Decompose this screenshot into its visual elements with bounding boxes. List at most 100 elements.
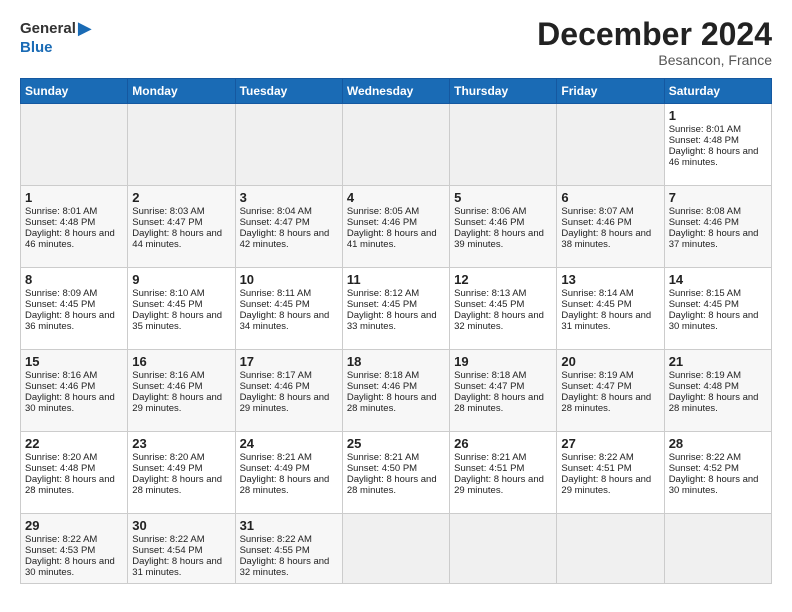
empty-day [557, 514, 664, 584]
daylight: Daylight: 8 hours and 32 minutes. [240, 556, 330, 578]
day-number: 2 [132, 190, 230, 205]
empty-day [557, 104, 664, 186]
location: Besancon, France [537, 52, 772, 68]
day-number: 22 [25, 436, 123, 451]
day-number: 1 [25, 190, 123, 205]
calendar-day: 14Sunrise: 8:15 AMSunset: 4:45 PMDayligh… [664, 268, 771, 350]
logo-blue: Blue [20, 39, 53, 56]
sunset: Sunset: 4:52 PM [669, 463, 739, 474]
sunset: Sunset: 4:55 PM [240, 545, 310, 556]
calendar-day: 8Sunrise: 8:09 AMSunset: 4:45 PMDaylight… [21, 268, 128, 350]
day-number: 27 [561, 436, 659, 451]
calendar-day: 24Sunrise: 8:21 AMSunset: 4:49 PMDayligh… [235, 432, 342, 514]
daylight: Daylight: 8 hours and 31 minutes. [561, 310, 651, 332]
calendar-day: 1 Sunrise: 8:01 AM Sunset: 4:48 PM Dayli… [664, 104, 771, 186]
calendar-day: 21Sunrise: 8:19 AMSunset: 4:48 PMDayligh… [664, 350, 771, 432]
sunrise: Sunrise: 8:18 AM [454, 370, 526, 381]
daylight: Daylight: 8 hours and 32 minutes. [454, 310, 544, 332]
page-container: General ▶ Blue December 2024 Besancon, F… [0, 0, 792, 594]
calendar-day: 3Sunrise: 8:04 AMSunset: 4:47 PMDaylight… [235, 186, 342, 268]
daylight: Daylight: 8 hours and 31 minutes. [132, 556, 222, 578]
weekday-header: Wednesday [342, 79, 449, 104]
daylight: Daylight: 8 hours and 28 minutes. [25, 474, 115, 496]
sunset: Sunset: 4:49 PM [132, 463, 202, 474]
day-number: 9 [132, 272, 230, 287]
daylight: Daylight: 8 hours and 38 minutes. [561, 228, 651, 250]
calendar-day: 28Sunrise: 8:22 AMSunset: 4:52 PMDayligh… [664, 432, 771, 514]
day-number: 28 [669, 436, 767, 451]
daylight: Daylight: 8 hours and 33 minutes. [347, 310, 437, 332]
daylight: Daylight: 8 hours and 28 minutes. [240, 474, 330, 496]
calendar-week: 1 Sunrise: 8:01 AM Sunset: 4:48 PM Dayli… [21, 104, 772, 186]
sunrise: Sunrise: 8:19 AM [669, 370, 741, 381]
daylight: Daylight: 8 hours and 42 minutes. [240, 228, 330, 250]
calendar-week: 8Sunrise: 8:09 AMSunset: 4:45 PMDaylight… [21, 268, 772, 350]
day-number: 17 [240, 354, 338, 369]
daylight: Daylight: 8 hours and 29 minutes. [240, 392, 330, 414]
weekday-header: Friday [557, 79, 664, 104]
sunrise: Sunrise: 8:17 AM [240, 370, 312, 381]
calendar-day: 26Sunrise: 8:21 AMSunset: 4:51 PMDayligh… [450, 432, 557, 514]
sunrise: Sunrise: 8:01 AM [669, 124, 741, 135]
day-number: 25 [347, 436, 445, 451]
empty-day [450, 104, 557, 186]
day-number: 4 [347, 190, 445, 205]
calendar-day: 27Sunrise: 8:22 AMSunset: 4:51 PMDayligh… [557, 432, 664, 514]
daylight: Daylight: 8 hours and 30 minutes. [669, 474, 759, 496]
daylight: Daylight: 8 hours and 30 minutes. [669, 310, 759, 332]
day-number: 10 [240, 272, 338, 287]
calendar-day: 17Sunrise: 8:17 AMSunset: 4:46 PMDayligh… [235, 350, 342, 432]
sunrise: Sunrise: 8:05 AM [347, 206, 419, 217]
calendar-day: 30Sunrise: 8:22 AMSunset: 4:54 PMDayligh… [128, 514, 235, 584]
sunrise: Sunrise: 8:21 AM [454, 452, 526, 463]
sunrise: Sunrise: 8:08 AM [669, 206, 741, 217]
calendar-day: 5Sunrise: 8:06 AMSunset: 4:46 PMDaylight… [450, 186, 557, 268]
calendar-day: 9Sunrise: 8:10 AMSunset: 4:45 PMDaylight… [128, 268, 235, 350]
weekday-header: Tuesday [235, 79, 342, 104]
sunrise: Sunrise: 8:18 AM [347, 370, 419, 381]
daylight: Daylight: 8 hours and 39 minutes. [454, 228, 544, 250]
calendar-day: 1Sunrise: 8:01 AMSunset: 4:48 PMDaylight… [21, 186, 128, 268]
sunset: Sunset: 4:45 PM [132, 299, 202, 310]
header: General ▶ Blue December 2024 Besancon, F… [20, 18, 772, 68]
day-number: 15 [25, 354, 123, 369]
daylight: Daylight: 8 hours and 28 minutes. [561, 392, 651, 414]
daylight: Daylight: 8 hours and 28 minutes. [347, 474, 437, 496]
sunrise: Sunrise: 8:20 AM [25, 452, 97, 463]
sunrise: Sunrise: 8:03 AM [132, 206, 204, 217]
calendar-day: 15Sunrise: 8:16 AMSunset: 4:46 PMDayligh… [21, 350, 128, 432]
day-number: 23 [132, 436, 230, 451]
header-row: SundayMondayTuesdayWednesdayThursdayFrid… [21, 79, 772, 104]
calendar-day: 4Sunrise: 8:05 AMSunset: 4:46 PMDaylight… [342, 186, 449, 268]
weekday-header: Saturday [664, 79, 771, 104]
empty-day [235, 104, 342, 186]
calendar-table: SundayMondayTuesdayWednesdayThursdayFrid… [20, 78, 772, 584]
daylight: Daylight: 8 hours and 29 minutes. [454, 474, 544, 496]
weekday-header: Sunday [21, 79, 128, 104]
sunrise: Sunrise: 8:21 AM [240, 452, 312, 463]
sunset: Sunset: 4:45 PM [669, 299, 739, 310]
sunrise: Sunrise: 8:14 AM [561, 288, 633, 299]
weekday-header: Monday [128, 79, 235, 104]
sunset: Sunset: 4:45 PM [561, 299, 631, 310]
day-number: 16 [132, 354, 230, 369]
sunset: Sunset: 4:54 PM [132, 545, 202, 556]
day-number: 6 [561, 190, 659, 205]
sunset: Sunset: 4:46 PM [561, 217, 631, 228]
sunset: Sunset: 4:46 PM [454, 217, 524, 228]
day-number: 30 [132, 518, 230, 533]
sunrise: Sunrise: 8:22 AM [132, 534, 204, 545]
title-block: December 2024 Besancon, France [537, 18, 772, 68]
sunset: Sunset: 4:50 PM [347, 463, 417, 474]
sunrise: Sunrise: 8:11 AM [240, 288, 312, 299]
calendar-day: 6Sunrise: 8:07 AMSunset: 4:46 PMDaylight… [557, 186, 664, 268]
sunrise: Sunrise: 8:22 AM [669, 452, 741, 463]
sunset: Sunset: 4:47 PM [561, 381, 631, 392]
sunset: Sunset: 4:46 PM [25, 381, 95, 392]
day-number: 18 [347, 354, 445, 369]
calendar-day: 13Sunrise: 8:14 AMSunset: 4:45 PMDayligh… [557, 268, 664, 350]
calendar-day: 31Sunrise: 8:22 AMSunset: 4:55 PMDayligh… [235, 514, 342, 584]
day-number: 14 [669, 272, 767, 287]
daylight: Daylight: 8 hours and 28 minutes. [669, 392, 759, 414]
day-number: 11 [347, 272, 445, 287]
